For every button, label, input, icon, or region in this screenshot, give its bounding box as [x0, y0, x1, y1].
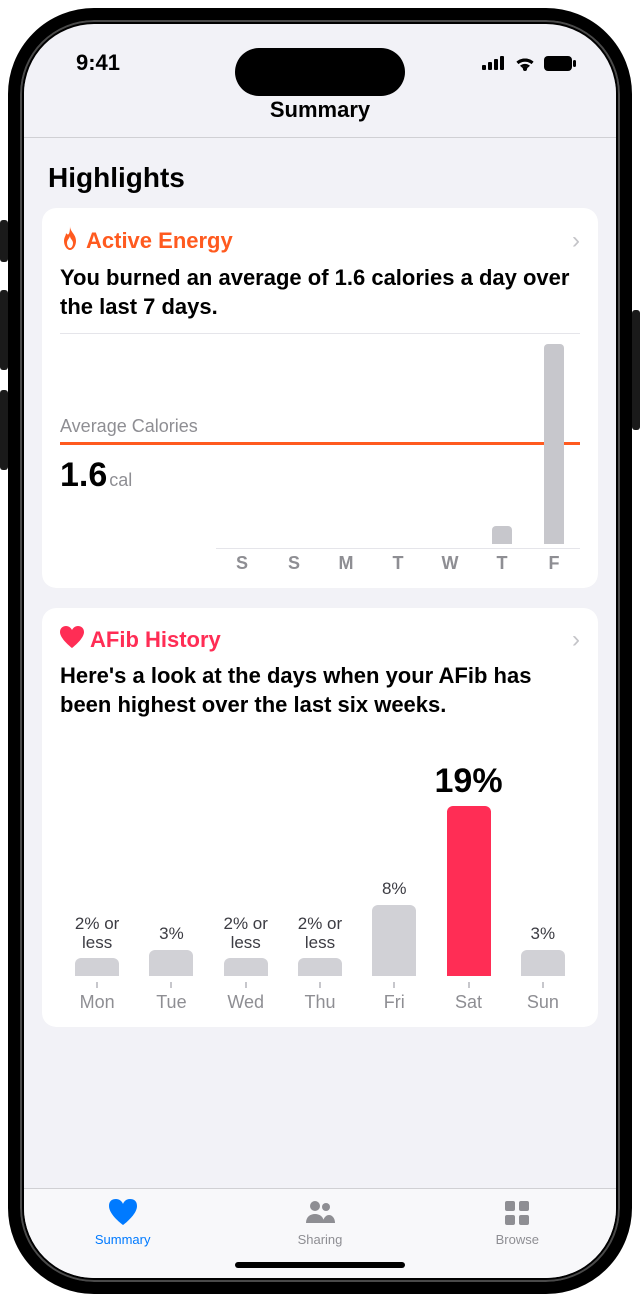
afib-pct-label: 19% [435, 763, 503, 800]
flame-icon [60, 226, 80, 256]
tab-browse[interactable]: Browse [419, 1197, 616, 1278]
heart-fill-icon [106, 1197, 140, 1230]
afib-day-label: Tue [156, 992, 186, 1013]
status-time: 9:41 [76, 50, 120, 76]
afib-tick [319, 982, 321, 988]
battery-icon [544, 56, 576, 71]
afib-col: 2% or less Wed [209, 743, 283, 1013]
ae-day-label: M [320, 548, 372, 574]
afib-col: 2% or less Mon [60, 743, 134, 1013]
afib-pct-label: 2% or less [298, 915, 342, 952]
ae-bar [492, 526, 512, 544]
ae-day-col: S [216, 344, 268, 574]
active-energy-chart: Average Calories 1.6cal SSMTWTF [60, 344, 580, 574]
card-description: Here's a look at the days when your AFib… [60, 662, 580, 719]
ae-day-col: W [424, 344, 476, 574]
afib-day-label: Thu [304, 992, 335, 1013]
divider [60, 333, 580, 334]
afib-bar [75, 958, 119, 976]
afib-day-label: Sun [527, 992, 559, 1013]
people-icon [303, 1197, 337, 1230]
afib-col: 3% Tue [134, 743, 208, 1013]
grid-icon [500, 1197, 534, 1230]
afib-tick [468, 982, 470, 988]
afib-bar [298, 958, 342, 976]
afib-day-label: Fri [384, 992, 405, 1013]
cellular-icon [482, 56, 506, 70]
afib-pct-label: 2% or less [75, 915, 119, 952]
ae-bar [544, 344, 564, 544]
tab-label: Summary [95, 1232, 151, 1247]
afib-col: 8% Fri [357, 743, 431, 1013]
afib-chart: 2% or lessMon3%Tue2% or lessWed2% or les… [60, 743, 580, 1013]
nav-title: Summary [270, 97, 370, 123]
ae-day-label: F [528, 548, 580, 574]
ae-day-col: S [268, 344, 320, 574]
afib-day-label: Sat [455, 992, 482, 1013]
heart-icon [60, 626, 84, 654]
afib-bar [224, 958, 268, 976]
afib-pct-label: 3% [531, 925, 556, 944]
card-title-label: AFib History [90, 627, 221, 653]
afib-col: 2% or less Thu [283, 743, 357, 1013]
home-indicator[interactable] [235, 1262, 405, 1268]
afib-col: 19% Sat [431, 743, 505, 1013]
tab-summary[interactable]: Summary [24, 1197, 221, 1278]
afib-day-label: Wed [227, 992, 264, 1013]
dynamic-island [235, 48, 405, 96]
afib-bar [372, 905, 416, 977]
card-title-label: Active Energy [86, 228, 233, 254]
card-afib-history[interactable]: AFib History › Here's a look at the days… [42, 608, 598, 1027]
afib-col: 3% Sun [506, 743, 580, 1013]
afib-tick [96, 982, 98, 988]
wifi-icon [514, 55, 536, 71]
section-highlights-title: Highlights [48, 162, 598, 194]
afib-bar [149, 950, 193, 977]
ae-day-label: S [268, 548, 320, 574]
card-description: You burned an average of 1.6 calories a … [60, 264, 580, 321]
afib-day-label: Mon [80, 992, 115, 1013]
ae-day-label: S [216, 548, 268, 574]
afib-bar [521, 950, 565, 977]
chevron-right-icon: › [572, 227, 580, 255]
ae-day-label: T [476, 548, 528, 574]
afib-tick [245, 982, 247, 988]
ae-day-col: T [476, 344, 528, 574]
afib-tick [170, 982, 172, 988]
afib-tick [393, 982, 395, 988]
chevron-right-icon: › [572, 626, 580, 654]
ae-day-col: F [528, 344, 580, 574]
afib-bar [447, 806, 491, 976]
tab-bar: Summary Sharing Browse [24, 1188, 616, 1278]
content-scroll[interactable]: Highlights Active Energy › You burned an… [24, 138, 616, 1188]
afib-pct-label: 8% [382, 880, 407, 899]
ae-day-label: W [424, 548, 476, 574]
tab-label: Sharing [298, 1232, 343, 1247]
afib-pct-label: 3% [159, 925, 184, 944]
ae-day-label: T [372, 548, 424, 574]
ae-day-col: T [372, 344, 424, 574]
ae-day-col: M [320, 344, 372, 574]
afib-pct-label: 2% or less [223, 915, 267, 952]
afib-tick [542, 982, 544, 988]
tab-label: Browse [496, 1232, 539, 1247]
card-active-energy[interactable]: Active Energy › You burned an average of… [42, 208, 598, 588]
